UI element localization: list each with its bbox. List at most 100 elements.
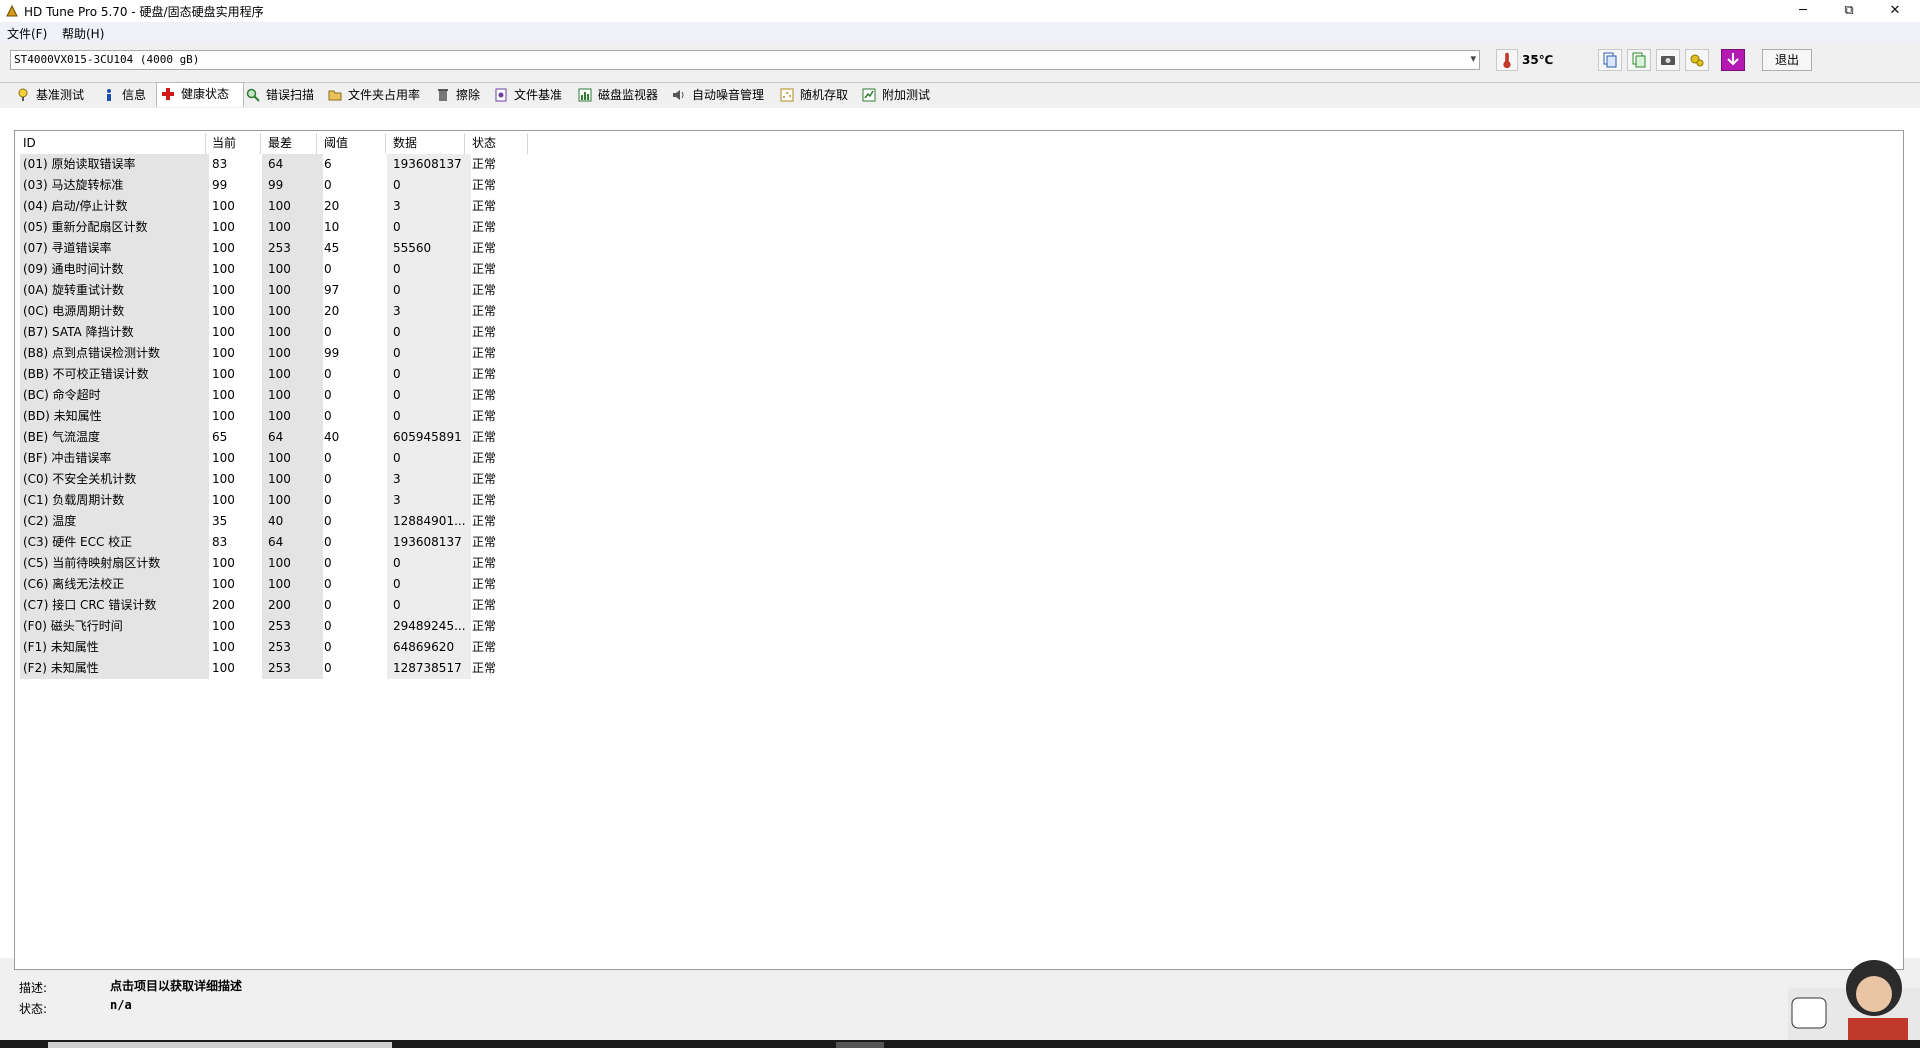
copy-info-icon (1632, 52, 1646, 68)
cell-current: 100 (212, 619, 235, 633)
cell-data: 3 (387, 301, 471, 322)
cell-current: 100 (212, 577, 235, 591)
cell-data: 193608137 (387, 532, 471, 553)
cell-current: 35 (212, 514, 228, 528)
cell-threshold: 0 (324, 577, 332, 591)
tab-label: 错误扫描 (266, 88, 315, 102)
drive-select-value: ST4000VX015-3CU104 (4000 gB) (14, 53, 200, 66)
exit-button[interactable]: 退出 (1762, 49, 1812, 71)
cell-worst: 100 (262, 385, 323, 406)
cell-data: 0 (387, 595, 471, 616)
cell-current: 100 (212, 556, 235, 570)
cell-id: (01) 原始读取错误率 (20, 154, 209, 175)
cell-data: 29489245... (387, 616, 471, 637)
cell-data: 0 (387, 175, 471, 196)
col-header-threshold[interactable]: 阈值 (318, 133, 386, 154)
cell-data: 0 (387, 385, 471, 406)
cell-status: 正常 (472, 514, 497, 528)
copy-info-button[interactable] (1627, 49, 1651, 71)
cell-status: 正常 (472, 283, 497, 297)
screenshot-button[interactable] (1656, 49, 1680, 71)
cell-current: 100 (212, 661, 235, 675)
col-header-status[interactable]: 状态 (466, 133, 528, 154)
cell-current: 65 (212, 430, 228, 444)
minimize-button[interactable]: ─ (1780, 0, 1826, 22)
close-button[interactable]: ✕ (1872, 0, 1918, 22)
cell-status: 正常 (472, 430, 497, 444)
taskbar-item[interactable] (836, 1042, 884, 1048)
cell-worst: 100 (262, 364, 323, 385)
cell-worst: 64 (262, 532, 323, 553)
cell-worst: 100 (262, 322, 323, 343)
tab-benchmark[interactable]: 基准测试 (12, 84, 92, 106)
tab-health[interactable]: 健康状态 (156, 82, 244, 107)
cell-worst: 64 (262, 427, 323, 448)
cell-current: 100 (212, 640, 235, 654)
tab-extra-tests[interactable]: 附加测试 (858, 84, 938, 106)
menu-help[interactable]: 帮助(H) (62, 25, 104, 42)
tab-error-scan[interactable]: 错误扫描 (242, 84, 326, 106)
cell-status: 正常 (472, 262, 497, 276)
cell-current: 100 (212, 346, 235, 360)
download-button[interactable] (1721, 49, 1745, 71)
cell-current: 100 (212, 472, 235, 486)
copy-text-button[interactable] (1598, 49, 1622, 71)
tab-label: 信息 (122, 88, 147, 102)
tab-file-benchmark[interactable]: 文件基准 (490, 84, 572, 106)
cell-id: (BE) 气流温度 (20, 427, 209, 448)
cell-data: 3 (387, 490, 471, 511)
cell-status: 正常 (472, 388, 497, 402)
chevron-down-icon[interactable]: ▾ (1470, 52, 1476, 65)
tab-disk-monitor[interactable]: 磁盘监视器 (574, 84, 670, 106)
info-icon (107, 89, 111, 101)
cell-id: (C6) 离线无法校正 (20, 574, 209, 595)
tab-aam[interactable]: 自动噪音管理 (668, 84, 778, 106)
app-icon (6, 4, 18, 17)
details-panel: 描述: 点击项目以获取详细描述 状态: n/a (0, 974, 1920, 1034)
cell-id: (F2) 未知属性 (20, 658, 209, 679)
cell-status: 正常 (472, 241, 497, 255)
cell-worst: 200 (262, 595, 323, 616)
cell-status: 正常 (472, 367, 497, 381)
tab-label: 磁盘监视器 (598, 88, 659, 102)
col-header-id[interactable]: ID (20, 133, 206, 154)
cell-worst: 253 (262, 238, 323, 259)
cell-current: 100 (212, 283, 235, 297)
cell-current: 100 (212, 325, 235, 339)
cell-data: 0 (387, 322, 471, 343)
cell-data: 0 (387, 553, 471, 574)
health-icon (162, 88, 174, 100)
disk-monitor-icon (578, 88, 592, 102)
col-header-data[interactable]: 数据 (387, 133, 465, 154)
drive-select[interactable]: ST4000VX015-3CU104 (4000 gB) ▾ (10, 50, 1480, 70)
cell-threshold: 0 (324, 598, 332, 612)
cell-worst: 100 (262, 469, 323, 490)
cell-worst: 100 (262, 217, 323, 238)
maximize-button[interactable]: ⧉ (1826, 0, 1872, 22)
cell-id: (C2) 温度 (20, 511, 209, 532)
cell-id: (C5) 当前待映射扇区计数 (20, 553, 209, 574)
cell-worst: 253 (262, 616, 323, 637)
tab-random-access[interactable]: 随机存取 (776, 84, 856, 106)
cell-threshold: 0 (324, 472, 332, 486)
cell-status: 正常 (472, 556, 497, 570)
cell-status: 正常 (472, 640, 497, 654)
cell-threshold: 0 (324, 619, 332, 633)
cell-data: 55560 (387, 238, 471, 259)
cell-current: 100 (212, 304, 235, 318)
cell-data: 0 (387, 448, 471, 469)
screenshot-icon (1661, 56, 1675, 65)
col-header-worst[interactable]: 最差 (262, 133, 317, 154)
taskbar-item[interactable] (48, 1042, 392, 1048)
tab-folder-usage[interactable]: 文件夹占用率 (324, 84, 434, 106)
tab-erase[interactable]: 擦除 (432, 84, 492, 106)
col-header-current[interactable]: 当前 (206, 133, 261, 154)
cell-id: (05) 重新分配扇区计数 (20, 217, 209, 238)
cell-worst: 100 (262, 553, 323, 574)
menu-file[interactable]: 文件(F) (7, 25, 47, 42)
options-button[interactable] (1685, 49, 1709, 71)
cell-data: 12884901... (387, 511, 471, 532)
cell-worst: 99 (262, 175, 323, 196)
cell-current: 83 (212, 535, 228, 549)
cell-id: (BF) 冲击错误率 (20, 448, 209, 469)
